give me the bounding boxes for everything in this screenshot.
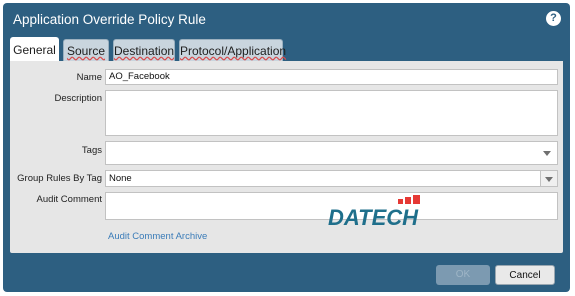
logo-text: DATECH: [328, 205, 419, 230]
group-rules-value: None: [109, 173, 132, 184]
help-icon[interactable]: ?: [546, 11, 561, 26]
name-input[interactable]: AO_Facebook: [105, 69, 558, 85]
description-label: Description: [54, 93, 102, 104]
logo-square-3: [413, 195, 420, 204]
general-panel: Name AO_Facebook Description Tags Group …: [10, 61, 563, 253]
group-rules-select[interactable]: None: [105, 170, 558, 187]
audit-comment-archive-link[interactable]: Audit Comment Archive: [108, 231, 207, 242]
tab-protocol-application-label: Protocol/Application: [180, 44, 287, 58]
group-rules-dropdown-button[interactable]: [540, 171, 557, 186]
ok-button[interactable]: OK: [436, 265, 490, 285]
cancel-button[interactable]: Cancel: [495, 265, 555, 285]
logo-square-1: [398, 199, 403, 204]
tab-protocol-application[interactable]: Protocol/Application: [179, 39, 287, 61]
name-label: Name: [76, 72, 102, 83]
tab-destination[interactable]: Destination: [113, 39, 175, 61]
name-value: AO_Facebook: [109, 71, 170, 82]
tab-source-label: Source: [66, 44, 106, 58]
logo-square-2: [405, 197, 411, 204]
tab-source[interactable]: Source: [63, 39, 109, 61]
tags-label: Tags: [81, 145, 102, 156]
group-rules-label: Group Rules By Tag: [17, 173, 102, 184]
tab-general[interactable]: General: [10, 37, 59, 61]
chevron-down-icon: [545, 176, 553, 182]
tags-select[interactable]: [105, 141, 558, 165]
description-textarea[interactable]: [105, 90, 558, 136]
datech-watermark-logo: DATECH: [328, 195, 420, 230]
dialog-title: Application Override Policy Rule: [13, 12, 206, 27]
tab-destination-label: Destination: [114, 44, 175, 58]
tab-general-label: General: [13, 43, 56, 57]
app-override-dialog: Application Override Policy Rule ? Gener…: [3, 3, 570, 292]
chevron-down-icon[interactable]: [543, 151, 551, 156]
audit-comment-label: Audit Comment: [36, 194, 102, 205]
